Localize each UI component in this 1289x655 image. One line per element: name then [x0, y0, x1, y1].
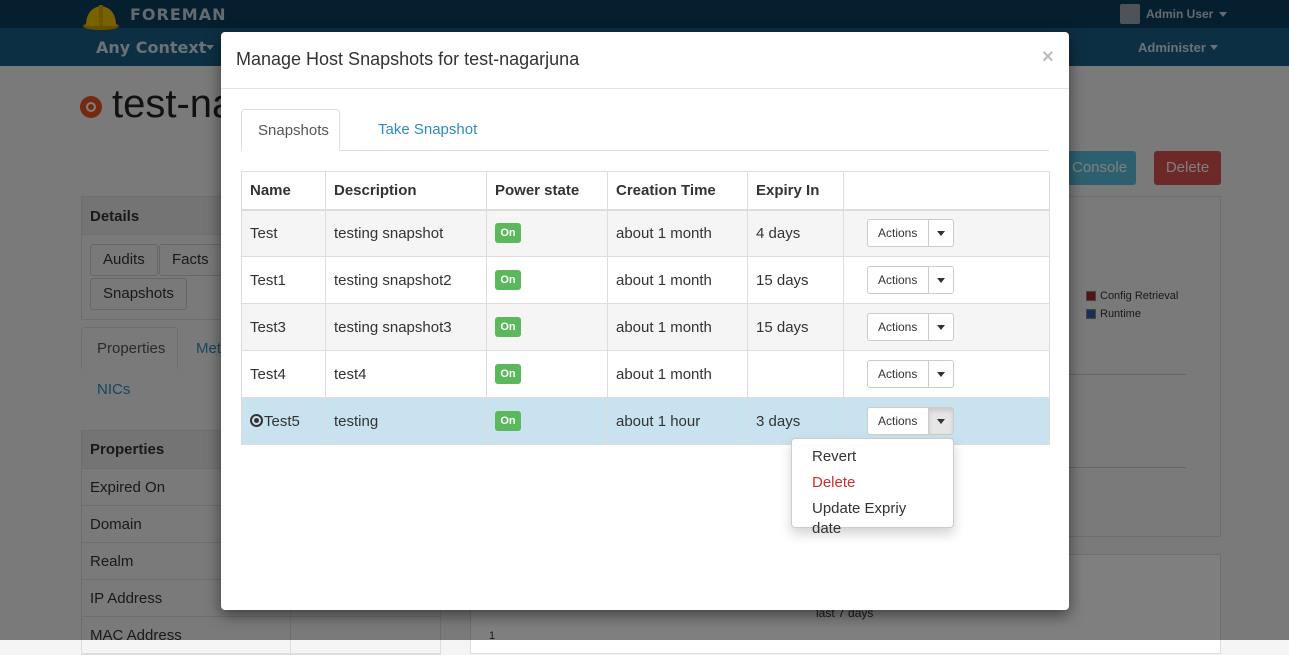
- column-header-description[interactable]: Description: [325, 171, 487, 211]
- snapshot-description: testing snapshot: [325, 209, 487, 257]
- column-header-name[interactable]: Name: [241, 171, 326, 211]
- actions-button[interactable]: Actions: [867, 360, 929, 388]
- column-header-creation-time[interactable]: Creation Time: [607, 171, 748, 211]
- snapshot-name: Test5: [264, 412, 300, 430]
- current-snapshot-icon: [250, 413, 263, 427]
- snapshot-name-cell: Test5: [241, 397, 326, 445]
- expiry-in: 15 days: [747, 303, 844, 351]
- power-on-badge: On: [495, 270, 521, 290]
- actions-cell: Actions: [843, 303, 1050, 351]
- snapshots-table: Name Description Power state Creation Ti…: [241, 171, 1050, 445]
- column-header-expiry-in[interactable]: Expiry In: [747, 171, 844, 211]
- manage-snapshots-modal: Manage Host Snapshots for test-nagarjuna…: [221, 32, 1069, 610]
- power-on-badge: On: [495, 364, 521, 384]
- actions-button-group: Actions: [867, 360, 954, 388]
- expiry-in: 4 days: [747, 209, 844, 257]
- actions-button-group: Actions: [867, 266, 954, 294]
- table-row: Test3 testing snapshot3 On about 1 month…: [241, 303, 1050, 351]
- snapshot-name: Test3: [241, 303, 326, 351]
- column-header-actions: [843, 171, 1050, 211]
- snapshot-name: Test1: [241, 256, 326, 304]
- power-state-cell: On: [486, 209, 608, 257]
- tab-take-snapshot[interactable]: Take Snapshot: [362, 109, 493, 151]
- modal-title: Manage Host Snapshots for test-nagarjuna: [236, 49, 580, 69]
- table-row: Test testing snapshot On about 1 month 4…: [241, 209, 1050, 257]
- actions-dropdown-toggle[interactable]: [929, 407, 954, 435]
- snapshot-tabs: Snapshots Take Snapshot: [241, 109, 1049, 151]
- actions-button-group: Actions: [867, 407, 954, 435]
- actions-button-group: Actions: [867, 219, 954, 248]
- actions-cell: Actions: [843, 350, 1050, 398]
- creation-time: about 1 month: [607, 303, 748, 351]
- actions-button[interactable]: Actions: [867, 407, 929, 435]
- update-expiry-menu-item[interactable]: Update Expriy date: [792, 496, 953, 537]
- delete-menu-item[interactable]: Delete: [792, 470, 953, 496]
- actions-cell: Actions: [843, 209, 1050, 257]
- table-header-row: Name Description Power state Creation Ti…: [241, 171, 1050, 211]
- power-state-cell: On: [486, 350, 608, 398]
- creation-time: about 1 month: [607, 209, 748, 257]
- expiry-in: [747, 350, 844, 398]
- snapshot-description: testing: [325, 397, 487, 445]
- actions-dropdown-toggle[interactable]: [929, 360, 954, 388]
- actions-button[interactable]: Actions: [867, 266, 929, 294]
- actions-dropdown-toggle[interactable]: [929, 313, 954, 341]
- power-state-cell: On: [486, 303, 608, 351]
- revert-menu-item[interactable]: Revert: [792, 444, 953, 470]
- actions-dropdown-menu: Revert Delete Update Expriy date: [791, 438, 954, 537]
- power-state-cell: On: [486, 256, 608, 304]
- table-row: Test4 test4 On about 1 month Actions: [241, 350, 1050, 398]
- power-on-badge: On: [495, 223, 521, 244]
- actions-button-group: Actions: [867, 313, 954, 341]
- snapshot-description: testing snapshot3: [325, 303, 487, 351]
- column-header-power-state[interactable]: Power state: [486, 171, 608, 211]
- table-row: Test1 testing snapshot2 On about 1 month…: [241, 256, 1050, 304]
- actions-button[interactable]: Actions: [867, 219, 929, 248]
- actions-dropdown-toggle[interactable]: [929, 266, 954, 294]
- snapshot-description: test4: [325, 350, 487, 398]
- creation-time: about 1 month: [607, 256, 748, 304]
- power-on-badge: On: [495, 317, 521, 337]
- creation-time: about 1 month: [607, 350, 748, 398]
- actions-cell: Actions: [843, 256, 1050, 304]
- power-state-cell: On: [486, 397, 608, 445]
- tab-snapshots[interactable]: Snapshots: [241, 109, 340, 151]
- actions-button[interactable]: Actions: [867, 313, 929, 341]
- power-on-badge: On: [495, 411, 521, 431]
- actions-dropdown-toggle[interactable]: [929, 219, 954, 248]
- snapshot-description: testing snapshot2: [325, 256, 487, 304]
- close-icon[interactable]: ×: [1042, 46, 1054, 69]
- modal-header: Manage Host Snapshots for test-nagarjuna…: [221, 32, 1069, 89]
- snapshot-name: Test4: [241, 350, 326, 398]
- snapshot-name: Test: [241, 209, 326, 257]
- expiry-in: 15 days: [747, 256, 844, 304]
- creation-time: about 1 hour: [607, 397, 748, 445]
